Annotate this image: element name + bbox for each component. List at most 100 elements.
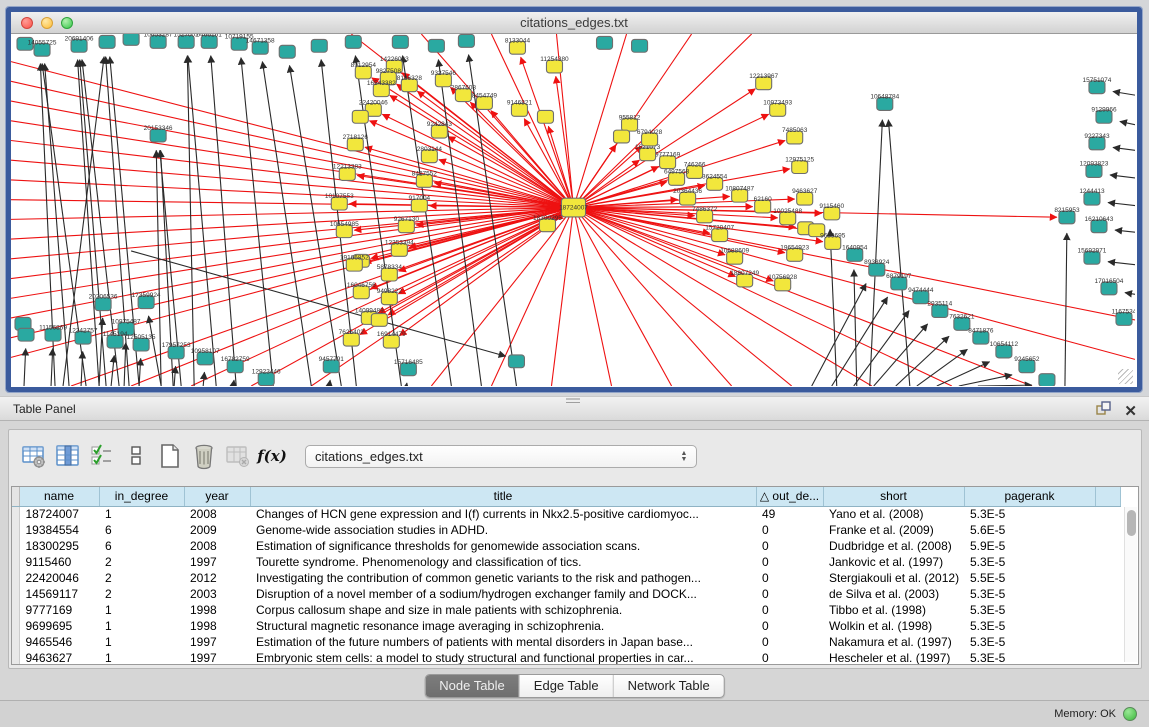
cell[interactable]: 5.3E-5 bbox=[964, 602, 1095, 618]
cell[interactable]: 5.3E-5 bbox=[964, 506, 1095, 522]
tab-edge-table[interactable]: Edge Table bbox=[520, 675, 614, 697]
network-node[interactable] bbox=[311, 39, 327, 52]
table-row[interactable]: 1938455462009Genome-wide association stu… bbox=[12, 522, 1120, 538]
memory-status-led[interactable] bbox=[1123, 707, 1137, 721]
cell[interactable]: 1998 bbox=[184, 618, 250, 634]
cell[interactable]: 2008 bbox=[184, 506, 250, 522]
cell[interactable]: 1 bbox=[99, 618, 184, 634]
network-node[interactable] bbox=[99, 35, 115, 48]
table-row[interactable]: 969969511998Structural magnetic resonanc… bbox=[12, 618, 1120, 634]
cell[interactable]: 1 bbox=[99, 650, 184, 665]
cell[interactable]: Estimation of significance thresholds fo… bbox=[250, 538, 756, 554]
cell[interactable]: 5.3E-5 bbox=[964, 634, 1095, 650]
create-column-icon[interactable] bbox=[155, 441, 185, 471]
table-row[interactable]: 2242004622012Investigating the contribut… bbox=[12, 570, 1120, 586]
cell[interactable]: 0 bbox=[756, 586, 823, 602]
network-node[interactable] bbox=[508, 355, 524, 368]
column-header-year[interactable]: year bbox=[184, 487, 250, 506]
cell[interactable]: 2 bbox=[99, 570, 184, 586]
cell[interactable]: 1 bbox=[99, 506, 184, 522]
cell[interactable]: 0 bbox=[756, 554, 823, 570]
network-node[interactable] bbox=[458, 34, 474, 47]
table-row[interactable]: 1456911722003Disruption of a novel membe… bbox=[12, 586, 1120, 602]
network-node[interactable] bbox=[392, 35, 408, 48]
cell[interactable]: 9465546 bbox=[19, 634, 99, 650]
cell[interactable]: Investigating the contribution of common… bbox=[250, 570, 756, 586]
tab-network-table[interactable]: Network Table bbox=[614, 675, 724, 697]
tab-node-table[interactable]: Node Table bbox=[425, 675, 520, 697]
network-node[interactable] bbox=[352, 110, 368, 123]
cell[interactable]: 9115460 bbox=[19, 554, 99, 570]
network-node[interactable] bbox=[428, 39, 444, 52]
cell[interactable]: Hescheler et al. (1997) bbox=[823, 650, 964, 665]
table-row[interactable]: 946554611997Estimation of the future num… bbox=[12, 634, 1120, 650]
panel-splitter-handle[interactable] bbox=[566, 398, 580, 403]
table-row[interactable]: 977716911998Corpus callosum shape and si… bbox=[12, 602, 1120, 618]
cell[interactable]: 9777169 bbox=[19, 602, 99, 618]
network-node[interactable] bbox=[597, 36, 613, 49]
cell[interactable]: 49 bbox=[756, 506, 823, 522]
cell[interactable]: 5.9E-5 bbox=[964, 538, 1095, 554]
show-columns-icon[interactable] bbox=[53, 441, 83, 471]
cell[interactable]: 6 bbox=[99, 538, 184, 554]
cell[interactable]: 14569117 bbox=[19, 586, 99, 602]
cell[interactable]: 18724007 bbox=[19, 506, 99, 522]
cell[interactable]: Changes of HCN gene expression and I(f) … bbox=[250, 506, 756, 522]
cell[interactable]: 0 bbox=[756, 570, 823, 586]
cell[interactable]: 19384554 bbox=[19, 522, 99, 538]
function-builder-icon[interactable]: f(x) bbox=[257, 441, 287, 471]
network-node[interactable] bbox=[345, 35, 361, 48]
cell[interactable]: 22420046 bbox=[19, 570, 99, 586]
cell[interactable]: 1997 bbox=[184, 634, 250, 650]
cell[interactable]: 0 bbox=[756, 538, 823, 554]
delete-column-icon[interactable] bbox=[189, 441, 219, 471]
cell[interactable]: 9699695 bbox=[19, 618, 99, 634]
cell[interactable]: 2 bbox=[99, 554, 184, 570]
table-row[interactable]: 946362711997Embryonic stem cells: a mode… bbox=[12, 650, 1120, 665]
table-mode-icon[interactable] bbox=[19, 441, 49, 471]
cell[interactable]: 5.3E-5 bbox=[964, 586, 1095, 602]
cell[interactable]: 5.5E-5 bbox=[964, 570, 1095, 586]
network-graph[interactable]: 1405572520691406106532871527002646616110… bbox=[11, 34, 1135, 386]
network-node[interactable] bbox=[632, 39, 648, 52]
table-scrollbar-thumb[interactable] bbox=[1127, 510, 1136, 536]
column-header-pagerank[interactable]: pagerank bbox=[964, 487, 1095, 506]
cell[interactable]: Disruption of a novel member of a sodium… bbox=[250, 586, 756, 602]
column-header-out_de[interactable]: △ out_de... bbox=[756, 487, 823, 506]
cell[interactable]: 5.6E-5 bbox=[964, 522, 1095, 538]
table-selector[interactable]: citations_edges.txt ▲▼ bbox=[305, 445, 697, 468]
cell[interactable]: 1 bbox=[99, 634, 184, 650]
cell[interactable]: Structural magnetic resonance image aver… bbox=[250, 618, 756, 634]
cell[interactable]: Wolkin et al. (1998) bbox=[823, 618, 964, 634]
cell[interactable]: 6 bbox=[99, 522, 184, 538]
network-node[interactable] bbox=[537, 110, 553, 123]
cell[interactable]: Yano et al. (2008) bbox=[823, 506, 964, 522]
delete-table-icon[interactable] bbox=[223, 441, 253, 471]
cell[interactable]: Genome-wide association studies in ADHD. bbox=[250, 522, 756, 538]
select-columns-icon[interactable] bbox=[87, 441, 117, 471]
row-height-icon[interactable] bbox=[121, 441, 151, 471]
cell[interactable]: 0 bbox=[756, 602, 823, 618]
cell[interactable]: 2008 bbox=[184, 538, 250, 554]
network-node[interactable] bbox=[123, 34, 139, 45]
column-header-short[interactable]: short bbox=[823, 487, 964, 506]
table-row[interactable]: 1872400712008Changes of HCN gene express… bbox=[12, 506, 1120, 522]
cell[interactable]: 0 bbox=[756, 634, 823, 650]
resize-grip[interactable] bbox=[1118, 369, 1133, 384]
cell[interactable]: 2 bbox=[99, 586, 184, 602]
table-scrollbar[interactable] bbox=[1124, 507, 1137, 662]
window-titlebar[interactable]: citations_edges.txt bbox=[11, 12, 1137, 34]
cell[interactable]: de Silva et al. (2003) bbox=[823, 586, 964, 602]
cell[interactable]: Franke et al. (2009) bbox=[823, 522, 964, 538]
column-header-name[interactable]: name bbox=[19, 487, 99, 506]
column-header-in_degree[interactable]: in_degree bbox=[99, 487, 184, 506]
cell[interactable]: 9463627 bbox=[19, 650, 99, 665]
network-node[interactable] bbox=[18, 328, 34, 341]
network-node[interactable] bbox=[371, 314, 387, 327]
close-panel-icon[interactable]: ✕ bbox=[1124, 403, 1137, 421]
cell[interactable]: Tibbo et al. (1998) bbox=[823, 602, 964, 618]
cell[interactable]: 1998 bbox=[184, 602, 250, 618]
cell[interactable]: Estimation of the future numbers of pati… bbox=[250, 634, 756, 650]
cell[interactable]: 2003 bbox=[184, 586, 250, 602]
network-node[interactable] bbox=[279, 45, 295, 58]
